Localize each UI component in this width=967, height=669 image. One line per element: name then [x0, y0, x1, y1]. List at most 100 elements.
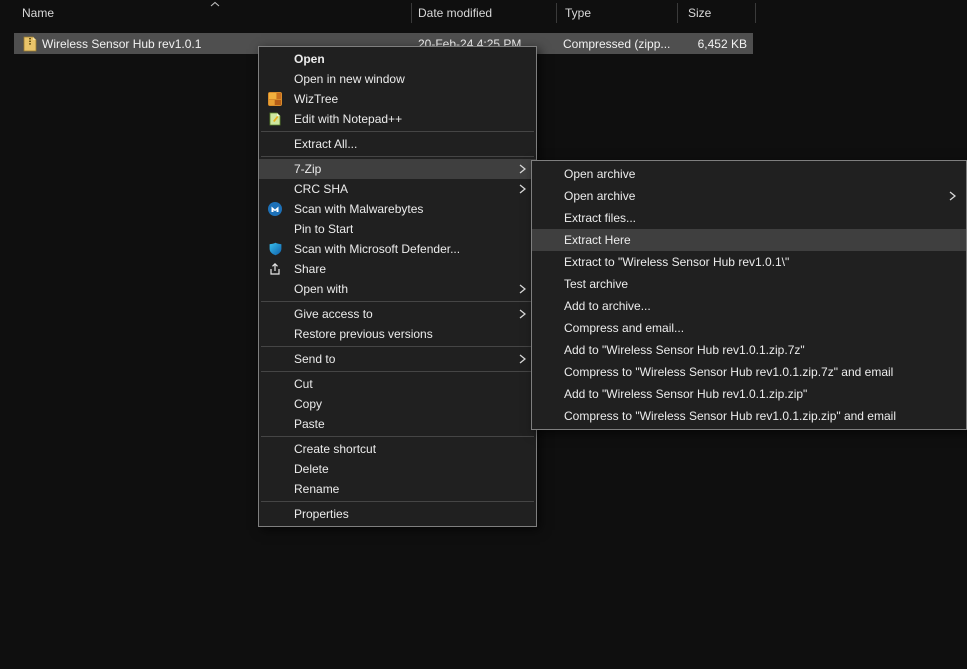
submenu-item-open-archive[interactable]: Open archive [532, 163, 966, 185]
column-header-type[interactable]: Type [565, 0, 591, 26]
blank-icon [267, 416, 283, 432]
menu-item-label: Share [294, 262, 326, 276]
blank-icon [267, 51, 283, 67]
blank-icon [540, 232, 556, 248]
menu-item-create-shortcut[interactable]: Create shortcut [259, 439, 536, 459]
menu-separator [261, 301, 534, 302]
notepadpp-icon [267, 111, 283, 127]
defender-icon [267, 241, 283, 257]
menu-item-share[interactable]: Share [259, 259, 536, 279]
menu-separator [261, 346, 534, 347]
menu-item-label: Test archive [564, 277, 628, 291]
menu-item-label: Pin to Start [294, 222, 353, 236]
chevron-right-icon [519, 164, 526, 174]
share-icon [267, 261, 283, 277]
menu-item-7-zip[interactable]: 7-Zip [259, 159, 536, 179]
submenu-item-add-to-wireless-sensor-hub-rev1-0-1-zip-7z[interactable]: Add to "Wireless Sensor Hub rev1.0.1.zip… [532, 339, 966, 361]
submenu-item-extract-here[interactable]: Extract Here [532, 229, 966, 251]
file-size: 6,452 KB [698, 33, 747, 54]
submenu-item-extract-to-wireless-sensor-hub-rev1-0-1[interactable]: Extract to "Wireless Sensor Hub rev1.0.1… [532, 251, 966, 273]
menu-item-give-access-to[interactable]: Give access to [259, 304, 536, 324]
submenu-item-add-to-wireless-sensor-hub-rev1-0-1-zip-zip[interactable]: Add to "Wireless Sensor Hub rev1.0.1.zip… [532, 383, 966, 405]
menu-item-edit-with-notepad[interactable]: Edit with Notepad++ [259, 109, 536, 129]
blank-icon [267, 306, 283, 322]
submenu-item-compress-to-wireless-sensor-hub-rev1-0-1-zip-7z-and-email[interactable]: Compress to "Wireless Sensor Hub rev1.0.… [532, 361, 966, 383]
blank-icon [267, 481, 283, 497]
blank-icon [540, 166, 556, 182]
column-header-size[interactable]: Size [688, 0, 711, 26]
file-explorer-window: Name Date modified Type Size Wireless Se… [0, 0, 967, 669]
menu-item-open-in-new-window[interactable]: Open in new window [259, 69, 536, 89]
column-resize-handle[interactable] [556, 3, 557, 23]
submenu-item-compress-to-wireless-sensor-hub-rev1-0-1-zip-zip-and-email[interactable]: Compress to "Wireless Sensor Hub rev1.0.… [532, 405, 966, 427]
menu-item-properties[interactable]: Properties [259, 504, 536, 524]
menu-item-label: Open in new window [294, 72, 405, 86]
menu-item-label: Extract All... [294, 137, 357, 151]
menu-item-label: Extract to "Wireless Sensor Hub rev1.0.1… [564, 255, 789, 269]
menu-item-extract-all[interactable]: Extract All... [259, 134, 536, 154]
menu-item-label: 7-Zip [294, 162, 321, 176]
menu-item-crc-sha[interactable]: CRC SHA [259, 179, 536, 199]
menu-separator [261, 131, 534, 132]
chevron-right-icon [519, 309, 526, 319]
menu-item-label: Add to "Wireless Sensor Hub rev1.0.1.zip… [564, 387, 807, 401]
blank-icon [540, 188, 556, 204]
submenu-item-extract-files[interactable]: Extract files... [532, 207, 966, 229]
menu-item-delete[interactable]: Delete [259, 459, 536, 479]
menu-separator [261, 436, 534, 437]
menu-item-restore-previous-versions[interactable]: Restore previous versions [259, 324, 536, 344]
menu-item-label: Scan with Microsoft Defender... [294, 242, 460, 256]
column-header-name-label: Name [22, 6, 54, 20]
column-resize-handle[interactable] [755, 3, 756, 23]
blank-icon [267, 441, 283, 457]
chevron-right-icon [949, 191, 956, 201]
chevron-right-icon [519, 184, 526, 194]
menu-item-label: Edit with Notepad++ [294, 112, 402, 126]
blank-icon [540, 342, 556, 358]
column-resize-handle[interactable] [411, 3, 412, 23]
menu-item-label: Restore previous versions [294, 327, 433, 341]
menu-item-label: Cut [294, 377, 313, 391]
submenu-item-open-archive[interactable]: Open archive [532, 185, 966, 207]
menu-item-label: Compress to "Wireless Sensor Hub rev1.0.… [564, 409, 896, 423]
blank-icon [540, 320, 556, 336]
column-resize-handle[interactable] [677, 3, 678, 23]
menu-item-cut[interactable]: Cut [259, 374, 536, 394]
blank-icon [267, 136, 283, 152]
submenu-item-compress-and-email[interactable]: Compress and email... [532, 317, 966, 339]
menu-item-copy[interactable]: Copy [259, 394, 536, 414]
menu-item-open[interactable]: Open [259, 49, 536, 69]
menu-item-scan-with-malwarebytes[interactable]: Scan with Malwarebytes [259, 199, 536, 219]
submenu-item-test-archive[interactable]: Test archive [532, 273, 966, 295]
menu-separator [261, 156, 534, 157]
menu-item-label: Compress to "Wireless Sensor Hub rev1.0.… [564, 365, 893, 379]
column-header-name[interactable]: Name [22, 0, 54, 26]
blank-icon [267, 221, 283, 237]
menu-item-wiztree[interactable]: WizTree [259, 89, 536, 109]
menu-separator [261, 501, 534, 502]
menu-item-send-to[interactable]: Send to [259, 349, 536, 369]
blank-icon [267, 396, 283, 412]
menu-item-label: Paste [294, 417, 325, 431]
blank-icon [267, 351, 283, 367]
menu-item-label: CRC SHA [294, 182, 348, 196]
file-name: Wireless Sensor Hub rev1.0.1 [42, 33, 201, 54]
column-header-row: Name Date modified Type Size [0, 0, 967, 26]
chevron-right-icon [519, 354, 526, 364]
blank-icon [267, 181, 283, 197]
blank-icon [540, 210, 556, 226]
menu-item-open-with[interactable]: Open with [259, 279, 536, 299]
submenu-item-add-to-archive[interactable]: Add to archive... [532, 295, 966, 317]
context-menu: Open Open in new window WizTree Edit with N… [258, 46, 537, 527]
blank-icon [267, 161, 283, 177]
menu-item-label: Delete [294, 462, 329, 476]
column-header-size-label: Size [688, 6, 711, 20]
menu-item-label: Create shortcut [294, 442, 376, 456]
wiztree-icon [267, 91, 283, 107]
menu-item-pin-to-start[interactable]: Pin to Start [259, 219, 536, 239]
malwarebytes-icon [267, 201, 283, 217]
menu-item-rename[interactable]: Rename [259, 479, 536, 499]
menu-item-scan-with-microsoft-defender[interactable]: Scan with Microsoft Defender... [259, 239, 536, 259]
column-header-date-modified[interactable]: Date modified [418, 0, 492, 26]
menu-item-paste[interactable]: Paste [259, 414, 536, 434]
